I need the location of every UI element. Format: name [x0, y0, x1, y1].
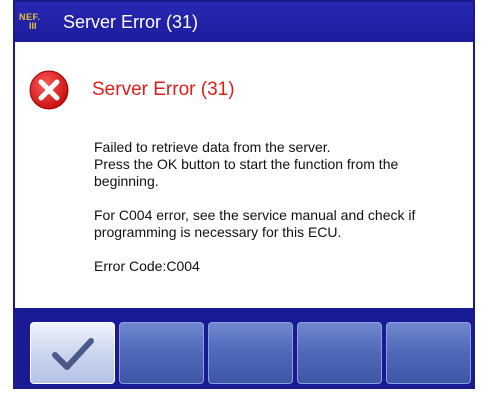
error-message: Failed to retrieve data from the server.…: [94, 139, 464, 292]
dialog-window: NEF. III Server Error (31) Server Error …: [13, 0, 475, 389]
app-logo: NEF. III: [19, 6, 59, 38]
title-bar: NEF. III Server Error (31): [15, 2, 473, 42]
logo-text-bottom: III: [29, 21, 37, 31]
button-bar: [15, 308, 473, 387]
error-heading: Server Error (31): [92, 79, 235, 100]
function-button-3[interactable]: [208, 322, 293, 384]
function-button-5[interactable]: [386, 322, 471, 384]
message-paragraph-1: Failed to retrieve data from the server.…: [94, 139, 399, 189]
window-title: Server Error (31): [63, 11, 199, 32]
ok-button[interactable]: [30, 322, 115, 384]
logo-text-top: NEF.: [19, 12, 41, 22]
checkmark-icon: [52, 338, 94, 370]
dialog-content: Server Error (31) Failed to retrieve dat…: [15, 42, 473, 308]
function-button-4[interactable]: [297, 322, 382, 384]
error-x-icon: [29, 70, 69, 110]
message-paragraph-2: For C004 error, see the service manual a…: [94, 207, 416, 240]
function-button-2[interactable]: [119, 322, 204, 384]
error-code: Error Code:C004: [94, 258, 200, 274]
